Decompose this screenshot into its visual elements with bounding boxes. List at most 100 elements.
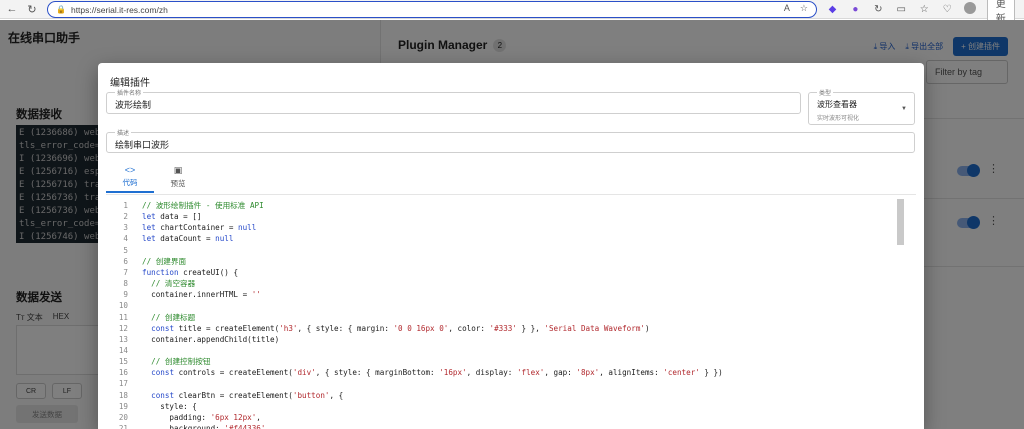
- back-icon[interactable]: ←: [4, 1, 20, 17]
- description-field[interactable]: 描述 绘制串口波形: [106, 128, 915, 153]
- code-token: container.appendChild(title): [142, 334, 280, 344]
- code-token: clearBtn = createElement(: [174, 390, 293, 400]
- code-token: , { style: { marginBottom:: [315, 368, 440, 378]
- edit-plugin-dialog: 编辑插件 插件名称 波形绘制 类型 波形查看器 实时波形可视化 ▼ 描述 绘制串…: [98, 63, 924, 429]
- line-number: 9: [123, 290, 128, 300]
- code-token: 'Serial Data Waveform': [544, 323, 645, 333]
- tab-code[interactable]: <> 代码: [106, 161, 154, 193]
- line-number: 8: [123, 279, 128, 289]
- code-line[interactable]: 4 let dataCount = null: [106, 233, 906, 244]
- code-editor[interactable]: 1 // 波形绘制插件 - 使用标准 API 2 let data = [] 3 let …: [106, 197, 914, 429]
- code-line[interactable]: 6 // 创建界面: [106, 256, 906, 267]
- address-url: https://serial.it-res.com/zh: [70, 4, 168, 15]
- code-icon: <>: [124, 164, 136, 175]
- code-token: style: {: [142, 401, 197, 411]
- code-token: , alignItems:: [599, 368, 664, 378]
- tab-divider: [106, 194, 916, 195]
- editor-tabs: <> 代码 ▣ 预览: [106, 161, 202, 193]
- code-token: } }): [699, 368, 723, 378]
- code-token: // 创建控制按钮: [142, 357, 211, 367]
- refresh-icon[interactable]: ↻: [872, 4, 885, 15]
- extension-icon[interactable]: ●: [849, 4, 862, 15]
- code-token: , gap:: [544, 368, 577, 378]
- code-line[interactable]: 21 background: '#f44336',: [106, 423, 906, 429]
- avatar[interactable]: [964, 2, 977, 17]
- line-number: 5: [123, 245, 128, 255]
- code-token: const: [151, 390, 175, 400]
- code-token: , { style: { margin:: [297, 323, 394, 333]
- plugin-name-label: 插件名称: [115, 88, 144, 97]
- line-number: 11: [118, 312, 128, 322]
- code-line[interactable]: 3 let chartContainer = null: [106, 222, 906, 233]
- plugin-type-select[interactable]: 类型 波形查看器 实时波形可视化 ▼: [808, 88, 915, 125]
- code-token: , color:: [448, 323, 490, 333]
- code-token: ,: [265, 424, 271, 429]
- code-token: let: [142, 234, 156, 244]
- code-line[interactable]: 14: [106, 345, 906, 356]
- plugin-name-value: 波形绘制: [115, 100, 152, 110]
- code-token: 'center': [663, 368, 700, 378]
- code-token: function: [142, 267, 179, 277]
- code-token: const: [151, 368, 175, 378]
- line-number: 3: [123, 223, 128, 233]
- address-bar[interactable]: 🔒 https://serial.it-res.com/zh A ☆: [47, 1, 817, 18]
- code-token: , {: [329, 390, 344, 400]
- code-token: createUI() {: [178, 267, 239, 277]
- code-line[interactable]: 9 container.innerHTML = '': [106, 289, 906, 300]
- favorite-star-icon[interactable]: ☆: [800, 3, 808, 14]
- favorites-icon[interactable]: ☆: [918, 4, 931, 15]
- code-token: '': [251, 290, 261, 300]
- line-number: 13: [118, 334, 128, 344]
- code-token: '0 0 16px 0': [393, 323, 449, 333]
- line-number: 18: [118, 390, 128, 400]
- code-line[interactable]: 2 let data = []: [106, 211, 906, 222]
- code-token: chartContainer =: [155, 223, 239, 233]
- code-token: // 波形绘制插件 - 使用标准 API: [142, 201, 264, 210]
- code-token: } },: [516, 323, 545, 333]
- code-token: ): [644, 323, 650, 333]
- plugin-type-label: 类型: [817, 88, 834, 97]
- extension-icon[interactable]: ◆: [826, 4, 839, 15]
- plugin-type-value: 波形查看器: [817, 100, 857, 109]
- code-line[interactable]: 10: [106, 300, 906, 311]
- split-screen-icon[interactable]: ▭: [895, 4, 908, 15]
- code-line[interactable]: 18 const clearBtn = createElement('butto…: [106, 390, 906, 401]
- code-token: title = createElement(: [174, 323, 280, 333]
- code-line[interactable]: 16 const controls = createElement('div',…: [106, 367, 906, 378]
- code-line[interactable]: 19 style: {: [106, 401, 906, 412]
- code-line[interactable]: 15 // 创建控制按钮: [106, 356, 906, 367]
- code-token: ,: [256, 412, 261, 422]
- plugin-type-help: 实时波形可视化: [817, 116, 860, 122]
- code-token: , display:: [466, 368, 517, 378]
- code-line[interactable]: 7 function createUI() {: [106, 267, 906, 278]
- line-number: 1: [123, 201, 128, 210]
- reload-icon[interactable]: ↻: [24, 1, 40, 17]
- read-aloud-icon[interactable]: A: [784, 3, 790, 14]
- code-token: '16px': [439, 368, 467, 378]
- code-line[interactable]: 8 // 清空容器: [106, 278, 906, 289]
- code-line[interactable]: 17: [106, 378, 906, 389]
- code-line[interactable]: 5: [106, 245, 906, 256]
- tab-preview[interactable]: ▣ 预览: [154, 161, 202, 193]
- line-number: 14: [118, 345, 128, 355]
- dialog-title: 编辑插件: [110, 78, 150, 89]
- code-line[interactable]: 13 container.appendChild(title): [106, 334, 906, 345]
- code-line[interactable]: 20 padding: '6px 12px',: [106, 412, 906, 423]
- code-token: data = []: [155, 212, 202, 222]
- code-line[interactable]: 11 // 创建标题: [106, 312, 906, 323]
- extensions-bar: ◆ ● ↻ ▭ ☆ ♡ 更新 ⋯: [826, 0, 1024, 27]
- code-line[interactable]: 12 const title = createElement('h3', { s…: [106, 323, 906, 334]
- code-token: '8px': [576, 368, 600, 378]
- line-number: 15: [118, 357, 128, 367]
- code-token: padding:: [142, 412, 211, 422]
- code-line[interactable]: 1 // 波形绘制插件 - 使用标准 API: [106, 200, 906, 211]
- heart-icon[interactable]: ♡: [941, 4, 954, 15]
- line-number: 10: [118, 301, 128, 311]
- plugin-name-field[interactable]: 插件名称 波形绘制: [106, 88, 801, 114]
- tab-code-label: 代码: [122, 177, 138, 187]
- code-token: let: [142, 212, 156, 222]
- code-token: const: [151, 323, 175, 333]
- code-token: // 清空容器: [142, 279, 196, 289]
